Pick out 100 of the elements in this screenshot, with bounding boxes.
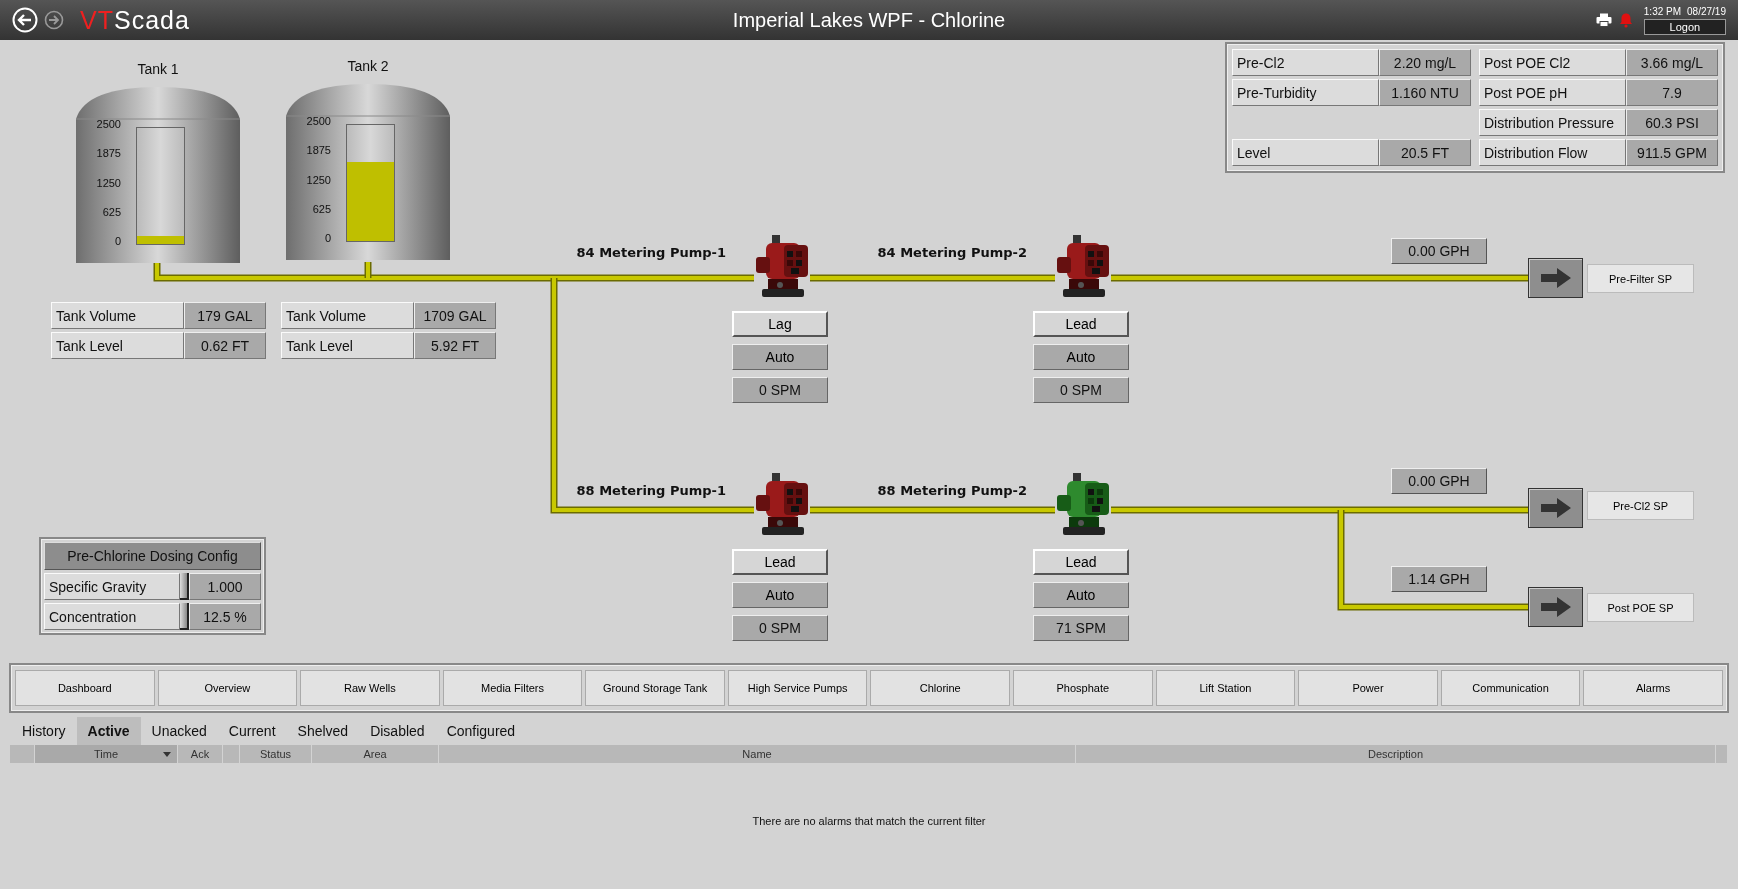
- mode-button[interactable]: Auto: [732, 582, 828, 608]
- window-title: Imperial Lakes WPF - Chlorine: [731, 8, 1007, 32]
- field-label: Distribution Pressure: [1479, 109, 1626, 136]
- tank-label: Tank 2: [347, 58, 389, 74]
- value-display: 2.20 mg/L: [1379, 49, 1471, 76]
- rate-display: 0 SPM: [732, 377, 828, 403]
- empty-message: There are no alarms that match the current filter: [751, 815, 987, 827]
- scale-label: 0: [324, 232, 331, 245]
- arrow-button[interactable]: [1528, 488, 1583, 528]
- slider-handle[interactable]: [180, 573, 189, 600]
- nav-button[interactable]: Alarms: [1583, 670, 1723, 706]
- setpoint-button[interactable]: Pre-Cl2 SP: [1587, 491, 1694, 520]
- nav-button[interactable]: Ground Storage Tank: [585, 670, 725, 706]
- field-label: Distribution Flow: [1479, 139, 1626, 166]
- value-display: 179 GAL: [184, 302, 266, 329]
- back-icon[interactable]: [12, 7, 38, 33]
- alarm-tab[interactable]: History: [11, 717, 77, 745]
- panel-title: Pre-Chlorine Dosing Config: [44, 542, 261, 570]
- pump-label: 88 Metering Pump-1: [576, 483, 726, 498]
- column-header[interactable]: Ack: [190, 748, 210, 760]
- setpoint-button[interactable]: Post POE SP: [1587, 593, 1694, 622]
- logon-button[interactable]: Logon: [1643, 18, 1726, 35]
- rate-display: 0 SPM: [732, 615, 828, 641]
- field-label: Concentration: [44, 603, 180, 630]
- column-header[interactable]: Description: [1368, 748, 1423, 760]
- clock-time: 1:32 PM: [1643, 5, 1682, 17]
- field-label: Post POE Cl2: [1479, 49, 1626, 76]
- value-display: 60.3 PSI: [1626, 109, 1718, 136]
- field-label: Pre-Cl2: [1232, 49, 1379, 76]
- right-arrow-icon[interactable]: [1538, 266, 1573, 290]
- nav-button[interactable]: Lift Station: [1155, 670, 1296, 706]
- field-label: Post POE pH: [1479, 79, 1626, 106]
- value-display: 1.160 NTU: [1379, 79, 1471, 106]
- forward-icon[interactable]: [44, 10, 64, 30]
- scale-label: 1875: [96, 147, 121, 161]
- role-button[interactable]: Lead: [1033, 549, 1129, 575]
- value-display: 12.5 %: [189, 603, 261, 630]
- scale-label: 2500: [306, 115, 331, 128]
- nav-button[interactable]: Overview: [157, 670, 298, 706]
- right-arrow-icon[interactable]: [1538, 595, 1573, 619]
- field-label: Pre-Turbidity: [1232, 79, 1379, 106]
- field-label: Level: [1232, 139, 1379, 166]
- mode-button[interactable]: Auto: [1033, 344, 1129, 370]
- field-label: Tank Volume: [51, 302, 184, 329]
- rate-display: 71 SPM: [1033, 615, 1129, 641]
- alarm-tab[interactable]: Configured: [435, 717, 527, 745]
- scale-label: 0: [114, 235, 121, 248]
- nav-button[interactable]: Media Filters: [442, 670, 583, 706]
- nav-button[interactable]: Phosphate: [1013, 670, 1153, 706]
- mode-button[interactable]: Auto: [732, 344, 828, 370]
- nav-button[interactable]: Chlorine: [870, 670, 1011, 706]
- alarm-tab[interactable]: Unacked: [140, 717, 218, 745]
- rate-display: 0 SPM: [1033, 377, 1129, 403]
- tank-label: Tank 1: [137, 61, 179, 77]
- clock-date: 08/27/19: [1687, 5, 1726, 17]
- setpoint-button[interactable]: Pre-Filter SP: [1587, 264, 1694, 293]
- alarm-tab[interactable]: Disabled: [359, 717, 436, 745]
- field-label: Tank Level: [281, 332, 414, 359]
- role-button[interactable]: Lag: [732, 311, 828, 337]
- nav-button[interactable]: High Service Pumps: [727, 670, 868, 706]
- nav-button[interactable]: Raw Wells: [300, 670, 440, 706]
- arrow-button[interactable]: [1528, 258, 1583, 298]
- scale-label: 625: [312, 202, 331, 216]
- scale-label: 625: [102, 205, 121, 219]
- sort-caret-icon: [163, 752, 171, 757]
- scale-label: 1875: [306, 144, 331, 158]
- column-header[interactable]: Time: [93, 748, 118, 760]
- flow-display: 0.00 GPH: [1391, 468, 1487, 494]
- field-label: Tank Level: [51, 332, 184, 359]
- scale-label: 2500: [96, 118, 121, 131]
- column-header[interactable]: Area: [363, 748, 387, 760]
- column-header[interactable]: Name: [742, 748, 772, 760]
- value-display: 0.62 FT: [184, 332, 266, 359]
- column-header[interactable]: Status: [259, 748, 292, 760]
- value-display: 1709 GAL: [414, 302, 496, 329]
- pump-label: 84 Metering Pump-2: [877, 245, 1027, 260]
- role-button[interactable]: Lead: [1033, 311, 1129, 337]
- nav-button[interactable]: Power: [1298, 670, 1438, 706]
- value-display: 1.000: [189, 573, 261, 600]
- value-display: 7.9: [1626, 79, 1718, 106]
- value-display: 3.66 mg/L: [1626, 49, 1718, 76]
- flow-display: 1.14 GPH: [1391, 566, 1487, 592]
- pump-label: 84 Metering Pump-1: [576, 245, 726, 260]
- alarm-tab[interactable]: Shelved: [286, 717, 360, 745]
- printer-icon[interactable]: [1595, 13, 1612, 27]
- app-logo: VTScada: [80, 5, 190, 35]
- nav-button[interactable]: Dashboard: [15, 670, 155, 706]
- alarm-tab[interactable]: Active: [76, 717, 141, 745]
- right-arrow-icon[interactable]: [1538, 496, 1573, 520]
- alarm-tab[interactable]: Current: [217, 717, 287, 745]
- field-label: Tank Volume: [281, 302, 414, 329]
- slider-handle[interactable]: [180, 603, 189, 630]
- role-button[interactable]: Lead: [732, 549, 828, 575]
- value-display: 5.92 FT: [414, 332, 496, 359]
- nav-button[interactable]: Communication: [1440, 670, 1581, 706]
- mode-button[interactable]: Auto: [1033, 582, 1129, 608]
- arrow-button[interactable]: [1528, 587, 1583, 627]
- scale-label: 1250: [96, 176, 121, 190]
- flow-display: 0.00 GPH: [1391, 238, 1487, 264]
- scale-label: 1250: [306, 173, 331, 187]
